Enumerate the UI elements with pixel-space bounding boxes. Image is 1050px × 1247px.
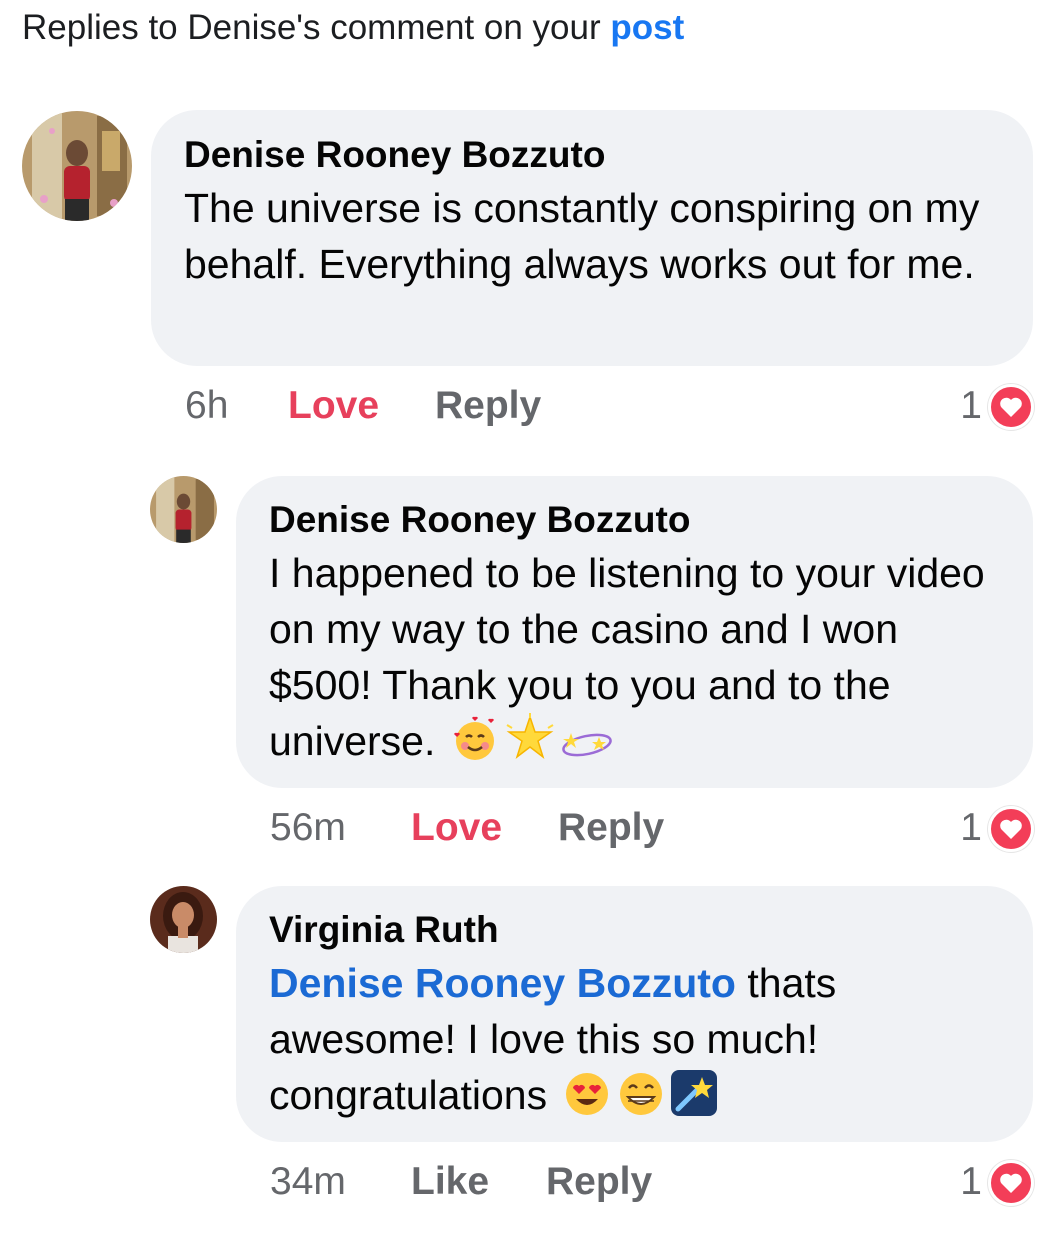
avatar[interactable] [150, 886, 217, 953]
comment-bubble: Denise Rooney Bozzuto The universe is co… [151, 110, 1033, 366]
comment-time[interactable]: 56m [270, 806, 346, 850]
love-button[interactable]: Love [288, 384, 379, 428]
heart-icon [988, 806, 1034, 852]
comment-author[interactable]: Virginia Ruth [269, 909, 1003, 951]
comment-text: I happened to be listening to your video… [269, 550, 985, 764]
profile-photo-icon [150, 476, 217, 543]
reply-button[interactable]: Reply [546, 1160, 652, 1204]
like-button[interactable]: Like [411, 1160, 489, 1204]
reaction-summary[interactable]: 1 [900, 384, 1034, 434]
comment-bubble: Virginia Ruth Denise Rooney Bozzuto that… [236, 886, 1033, 1142]
reply-button[interactable]: Reply [558, 806, 664, 850]
reaction-summary[interactable]: 1 [900, 806, 1034, 856]
heart-icon [988, 1160, 1034, 1206]
reaction-summary[interactable]: 1 [900, 1160, 1034, 1210]
reply-button[interactable]: Reply [435, 384, 541, 428]
notification-header: Replies to Denise's comment on your post [22, 8, 684, 48]
smiling-face-with-hearts-icon [451, 715, 501, 777]
beaming-face-icon [616, 1069, 666, 1131]
comment-text-block: Denise Rooney Bozzuto thats awesome! I l… [269, 955, 1003, 1131]
comment-text-block: I happened to be listening to your video… [269, 545, 1003, 777]
avatar[interactable] [150, 476, 217, 543]
profile-photo-icon [150, 886, 217, 953]
comment-author[interactable]: Denise Rooney Bozzuto [184, 134, 999, 176]
comment-time[interactable]: 34m [270, 1160, 346, 1204]
heart-eyes-icon [562, 1069, 612, 1131]
header-text: Replies to Denise's comment on your [22, 8, 601, 47]
post-link[interactable]: post [610, 8, 684, 47]
comment-actions: 34m Like Reply [270, 1160, 770, 1210]
shooting-star-icon [670, 1069, 718, 1131]
reaction-count: 1 [960, 384, 982, 427]
glowing-star-icon [505, 713, 555, 777]
comment-actions: 56m Love Reply [270, 806, 770, 856]
comment-text: The universe is constantly conspiring on… [184, 185, 980, 287]
comment-actions: 6h Love Reply [185, 384, 685, 434]
reaction-count: 1 [960, 806, 982, 849]
comment-time[interactable]: 6h [185, 384, 228, 428]
profile-photo-icon [22, 111, 132, 221]
comment-author[interactable]: Denise Rooney Bozzuto [269, 499, 1003, 541]
avatar[interactable] [22, 111, 132, 221]
heart-icon [988, 384, 1034, 430]
reaction-count: 1 [960, 1160, 982, 1203]
mention-link[interactable]: Denise Rooney Bozzuto [269, 960, 736, 1006]
love-button[interactable]: Love [411, 806, 502, 850]
comment-bubble: Denise Rooney Bozzuto I happened to be l… [236, 476, 1033, 788]
dizzy-icon [559, 721, 615, 777]
